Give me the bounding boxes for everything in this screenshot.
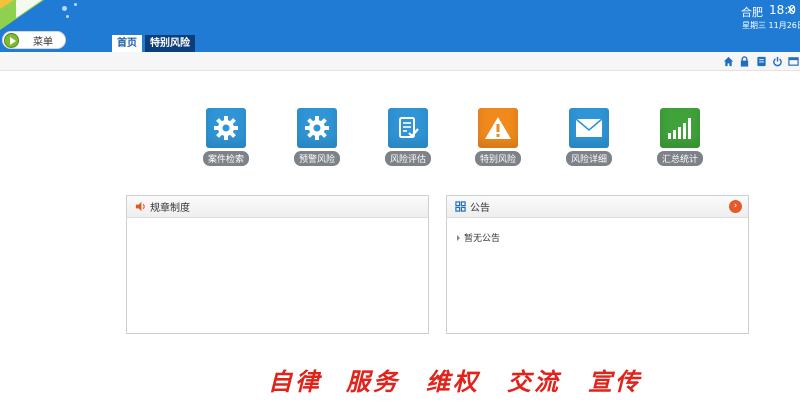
quick-label: 案件检索	[202, 151, 249, 166]
document-check-icon	[388, 108, 428, 148]
tab-special-risk[interactable]: 特别风险	[145, 35, 195, 52]
quick-summary-stats[interactable]: 汇总统计	[650, 108, 710, 166]
city-label: 合肥	[741, 6, 763, 19]
slogan-word: 宣传	[588, 367, 642, 396]
close-icon[interactable]: ✕	[786, 3, 796, 17]
grid-icon	[455, 201, 466, 212]
slogan-word: 交流	[507, 367, 561, 396]
slogan-word: 服务	[346, 367, 400, 396]
quick-special-risk[interactable]: 特别风险	[468, 108, 528, 166]
quick-label: 特别风险	[474, 151, 521, 166]
date-label: 星期三 11月26日	[742, 21, 800, 30]
menu-label: 菜单	[33, 36, 53, 48]
bullet-icon	[457, 234, 460, 241]
quick-case-search[interactable]: 案件检索	[196, 108, 256, 166]
menu-button[interactable]: 菜单	[2, 31, 66, 49]
quick-label: 风险评估	[384, 151, 431, 166]
slogan-word: 维权	[426, 367, 480, 396]
gear-icon	[206, 108, 246, 148]
bar-chart-icon	[660, 108, 700, 148]
slogan-word: 自律	[268, 367, 322, 396]
top-header: 菜单 首页 特别风险 合肥 18:0 ✕ 星期三 11月26日	[0, 0, 800, 52]
panel-header: 公告	[447, 196, 748, 218]
window-icon[interactable]	[788, 56, 799, 67]
speaker-icon	[135, 201, 145, 212]
note-icon[interactable]	[756, 56, 767, 67]
quick-label: 预警风险	[293, 151, 340, 166]
mail-icon	[569, 108, 609, 148]
notice-text: 暂无公告	[464, 234, 501, 244]
panel-title: 公告	[470, 203, 490, 214]
notice-panel: 公告 › 暂无公告	[446, 195, 749, 334]
notice-item[interactable]: 暂无公告	[457, 231, 500, 244]
panel-header: 规章制度	[127, 196, 428, 218]
rules-panel: 规章制度	[126, 195, 429, 334]
lock-icon[interactable]	[739, 56, 750, 67]
tab-home[interactable]: 首页	[112, 35, 142, 52]
home-icon[interactable]	[723, 56, 734, 67]
quick-risk-assessment[interactable]: 风险评估	[378, 108, 438, 166]
tab-bar: 首页 特别风险	[112, 35, 198, 52]
quick-warning-risk[interactable]: 预警风险	[287, 108, 347, 166]
quick-label: 风险详细	[565, 151, 612, 166]
panel-title: 规章制度	[150, 203, 190, 214]
power-icon[interactable]	[772, 56, 783, 67]
quick-label: 汇总统计	[656, 151, 703, 166]
toolbar	[0, 52, 800, 71]
more-arrow-icon[interactable]: ›	[729, 200, 742, 213]
gear-icon	[297, 108, 337, 148]
quick-risk-details[interactable]: 风险详细	[559, 108, 619, 166]
play-icon	[4, 32, 19, 48]
logo	[0, 0, 110, 34]
warning-icon	[478, 108, 518, 148]
